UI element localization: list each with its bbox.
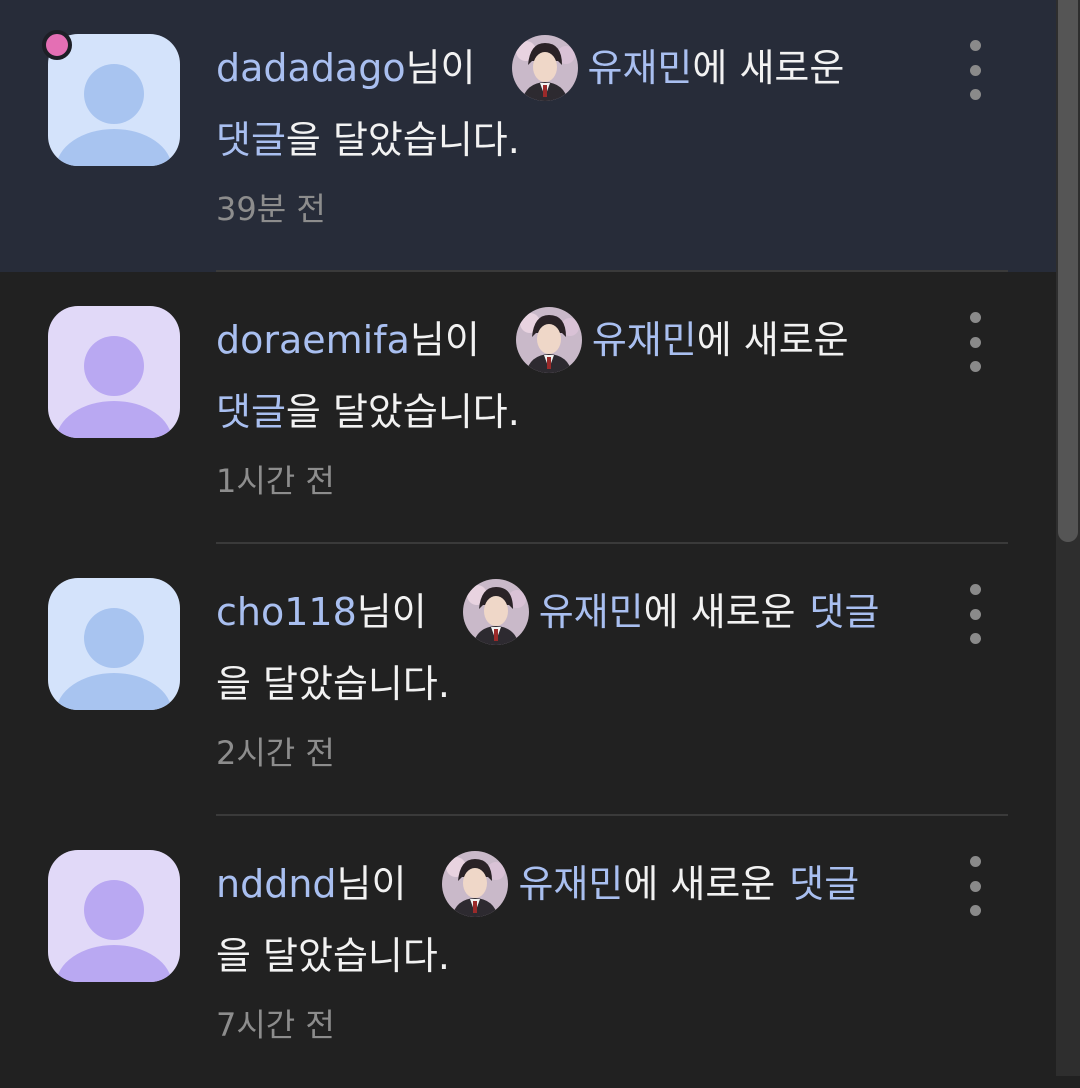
username-link[interactable]: nddnd	[216, 848, 337, 920]
scrollbar[interactable]	[1056, 0, 1080, 1076]
unread-indicator	[42, 30, 72, 60]
notification-content: dadadago 님이 유재민 에 새로운 댓글 을 달았습니다. 39분 전	[216, 32, 936, 242]
notification-text: 을 달았습니다.	[285, 390, 520, 434]
notification-text: 에 새로운	[623, 862, 776, 906]
notification-text: 에 새로운	[696, 318, 849, 362]
more-options-icon[interactable]	[957, 856, 993, 916]
notification-text: 을 달았습니다.	[216, 934, 450, 978]
user-avatar-icon[interactable]	[48, 578, 180, 710]
post-title-link[interactable]: 유재민	[592, 304, 697, 376]
notification-text: 을 달았습니다.	[216, 662, 450, 706]
more-options-icon[interactable]	[957, 40, 993, 100]
notification-content: nddnd 님이 유재민 에 새로운 댓글 을 달았습니다. 7시간 전	[216, 848, 936, 1058]
more-options-icon[interactable]	[957, 312, 993, 372]
scrollbar-thumb[interactable]	[1058, 0, 1078, 542]
notification-text: 님이	[356, 590, 427, 634]
post-title-link[interactable]: 유재민	[518, 848, 623, 920]
notification-item[interactable]: cho118 님이 유재민 에 새로운 댓글 을 달았습니다. 2시간 전	[0, 544, 1056, 816]
username-link[interactable]: cho118	[216, 576, 357, 648]
comment-link[interactable]: 댓글	[216, 376, 286, 448]
post-title-link[interactable]: 유재민	[539, 576, 644, 648]
notification-content: doraemifa 님이 유재민 에 새로운 댓글 을 달았습니다. 1시간 전	[216, 304, 936, 514]
notification-line-2: 댓글 을 달았습니다.	[216, 104, 936, 176]
notification-feed: dadadago 님이 유재민 에 새로운 댓글 을 달았습니다. 39분 전 …	[0, 0, 1056, 1076]
notification-text: 에 새로운	[643, 590, 796, 634]
notification-item[interactable]: doraemifa 님이 유재민 에 새로운 댓글 을 달았습니다. 1시간 전	[0, 272, 1056, 544]
notification-text: 님이	[336, 862, 407, 906]
notification-item[interactable]: dadadago 님이 유재민 에 새로운 댓글 을 달았습니다. 39분 전	[0, 0, 1056, 272]
user-avatar-icon[interactable]	[48, 850, 180, 982]
notification-content: cho118 님이 유재민 에 새로운 댓글 을 달았습니다. 2시간 전	[216, 576, 936, 786]
timestamp: 39분 전	[216, 190, 326, 228]
notification-text: 을 달았습니다.	[285, 118, 520, 162]
notification-text: 에 새로운	[692, 46, 845, 90]
username-link[interactable]: dadadago	[216, 32, 406, 104]
post-thumbnail[interactable]	[515, 307, 582, 373]
notification-line-2: 을 달았습니다.	[216, 920, 936, 992]
notification-line-2: 댓글 을 달았습니다.	[216, 376, 936, 448]
post-thumbnail[interactable]	[442, 851, 509, 917]
username-link[interactable]: doraemifa	[216, 304, 410, 376]
user-avatar-icon[interactable]	[48, 306, 180, 438]
notification-line-1: cho118 님이 유재민 에 새로운 댓글	[216, 576, 936, 648]
post-title-link[interactable]: 유재민	[588, 32, 693, 104]
post-thumbnail[interactable]	[462, 579, 529, 645]
notification-line-2: 을 달았습니다.	[216, 648, 936, 720]
post-thumbnail[interactable]	[511, 35, 578, 101]
notification-line-1: dadadago 님이 유재민 에 새로운	[216, 32, 936, 104]
notification-line-1: doraemifa 님이 유재민 에 새로운	[216, 304, 936, 376]
comment-link[interactable]: 댓글	[810, 576, 880, 648]
timestamp: 7시간 전	[216, 1006, 335, 1044]
notification-text: 님이	[409, 318, 480, 362]
comment-link[interactable]: 댓글	[789, 848, 859, 920]
notification-item[interactable]: nddnd 님이 유재민 에 새로운 댓글 을 달았습니다. 7시간 전	[0, 816, 1056, 1088]
timestamp: 2시간 전	[216, 734, 335, 772]
comment-link[interactable]: 댓글	[216, 104, 286, 176]
timestamp: 1시간 전	[216, 462, 335, 500]
more-options-icon[interactable]	[957, 584, 993, 644]
notification-line-1: nddnd 님이 유재민 에 새로운 댓글	[216, 848, 936, 920]
notification-text: 님이	[405, 46, 476, 90]
